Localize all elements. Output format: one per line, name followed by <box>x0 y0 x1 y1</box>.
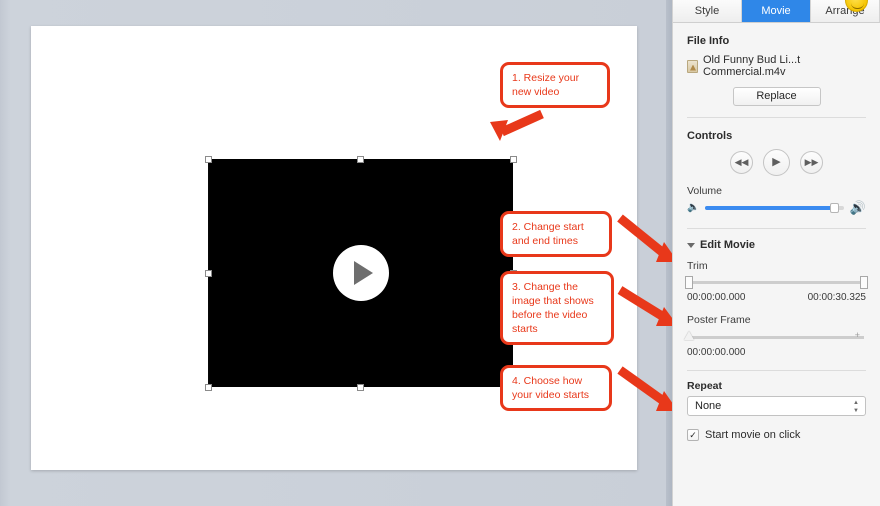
play-triangle-icon <box>354 261 373 285</box>
poster-frame-tick: + <box>854 330 860 340</box>
divider-after-file-info <box>687 117 866 118</box>
repeat-selected-value: None <box>695 400 722 412</box>
trim-label: Trim <box>687 260 708 272</box>
selection-handle-middle-left[interactable] <box>204 269 212 277</box>
poster-time-row: 00:00:00.000 <box>687 347 866 358</box>
file-name-label: Old Funny Bud Li...t Commercial.m4v <box>703 54 801 78</box>
callout-2-change-times: 2. Change start and end times <box>500 211 612 257</box>
volume-low-icon: 🔈 <box>687 201 700 213</box>
start-movie-on-click-label: Start movie on click <box>705 429 801 441</box>
trim-end-time: 00:00:30.325 <box>807 292 866 303</box>
controls-heading: Controls <box>687 130 733 142</box>
poster-frame-knob[interactable] <box>684 331 694 340</box>
callout-1-arrow <box>490 109 544 141</box>
poster-frame-slider[interactable]: + <box>684 331 864 340</box>
trim-start-time: 00:00:00.000 <box>687 292 746 303</box>
divider-after-poster <box>687 370 866 371</box>
callout-4-choose-start: 4. Choose how your video starts <box>500 365 612 411</box>
play-button[interactable]: ▶ <box>763 149 790 176</box>
stepper-down-icon: ▼ <box>853 408 859 414</box>
rewind-button[interactable]: ◀◀ <box>730 151 753 174</box>
callout-3-change-poster-image: 3. Change the image that shows before th… <box>500 271 614 345</box>
movie-file-icon <box>687 59 698 73</box>
callout-1-resize-video: 1. Resize your new video <box>500 62 610 108</box>
tab-movie[interactable]: Movie <box>742 0 811 22</box>
edit-movie-disclosure[interactable]: Edit Movie <box>687 239 866 251</box>
inspector-body: File Info Old Funny Bud Li...t Commercia… <box>673 35 880 441</box>
file-info-heading: File Info <box>687 35 730 47</box>
edit-movie-heading: Edit Movie <box>700 239 756 251</box>
inspector-panel: Style Movie Arrange File Info Old Funny … <box>672 0 880 506</box>
selection-handle-bottom-left[interactable] <box>204 383 212 391</box>
trim-slider[interactable] <box>685 276 868 289</box>
volume-slider-row[interactable]: 🔈 🔊 <box>687 201 866 214</box>
volume-slider-knob[interactable] <box>830 202 840 213</box>
selection-handle-top-right[interactable] <box>509 155 517 163</box>
volume-high-icon: 🔊 <box>849 200 866 215</box>
poster-frame-time: 00:00:00.000 <box>687 347 746 358</box>
start-movie-on-click-row[interactable]: ✓ Start movie on click <box>687 429 866 441</box>
stepper-arrows-icon[interactable]: ▲ ▼ <box>853 400 859 414</box>
selection-handle-top-center[interactable] <box>357 155 364 163</box>
inspector-tabbar: Style Movie Arrange <box>673 0 880 23</box>
trim-start-handle[interactable] <box>685 276 693 289</box>
trim-time-row: 00:00:00.000 00:00:30.325 <box>687 292 866 303</box>
app-root: 1. Resize your new video 2. Change start… <box>0 0 880 506</box>
tab-style[interactable]: Style <box>673 0 742 22</box>
transport-controls: ◀◀ ▶ ▶▶ <box>687 149 866 176</box>
trim-end-handle[interactable] <box>860 276 868 289</box>
volume-slider[interactable] <box>705 202 844 213</box>
selection-handle-bottom-center[interactable] <box>357 383 364 391</box>
file-info-row: Old Funny Bud Li...t Commercial.m4v <box>687 54 866 78</box>
chevron-down-icon <box>687 242 695 248</box>
repeat-select[interactable]: None ▲ ▼ <box>687 396 866 416</box>
video-play-button[interactable] <box>332 245 389 301</box>
fast-forward-button[interactable]: ▶▶ <box>800 151 823 174</box>
start-movie-on-click-checkbox[interactable]: ✓ <box>687 429 699 441</box>
poster-frame-label: Poster Frame <box>687 314 751 326</box>
stepper-up-icon: ▲ <box>853 400 859 406</box>
replace-button[interactable]: Replace <box>732 87 821 106</box>
divider-after-controls <box>687 228 866 229</box>
selection-handle-top-left[interactable] <box>204 155 212 163</box>
video-object[interactable] <box>208 159 513 387</box>
volume-slider-fill <box>705 205 835 210</box>
repeat-label: Repeat <box>687 380 723 392</box>
volume-label: Volume <box>687 185 723 197</box>
